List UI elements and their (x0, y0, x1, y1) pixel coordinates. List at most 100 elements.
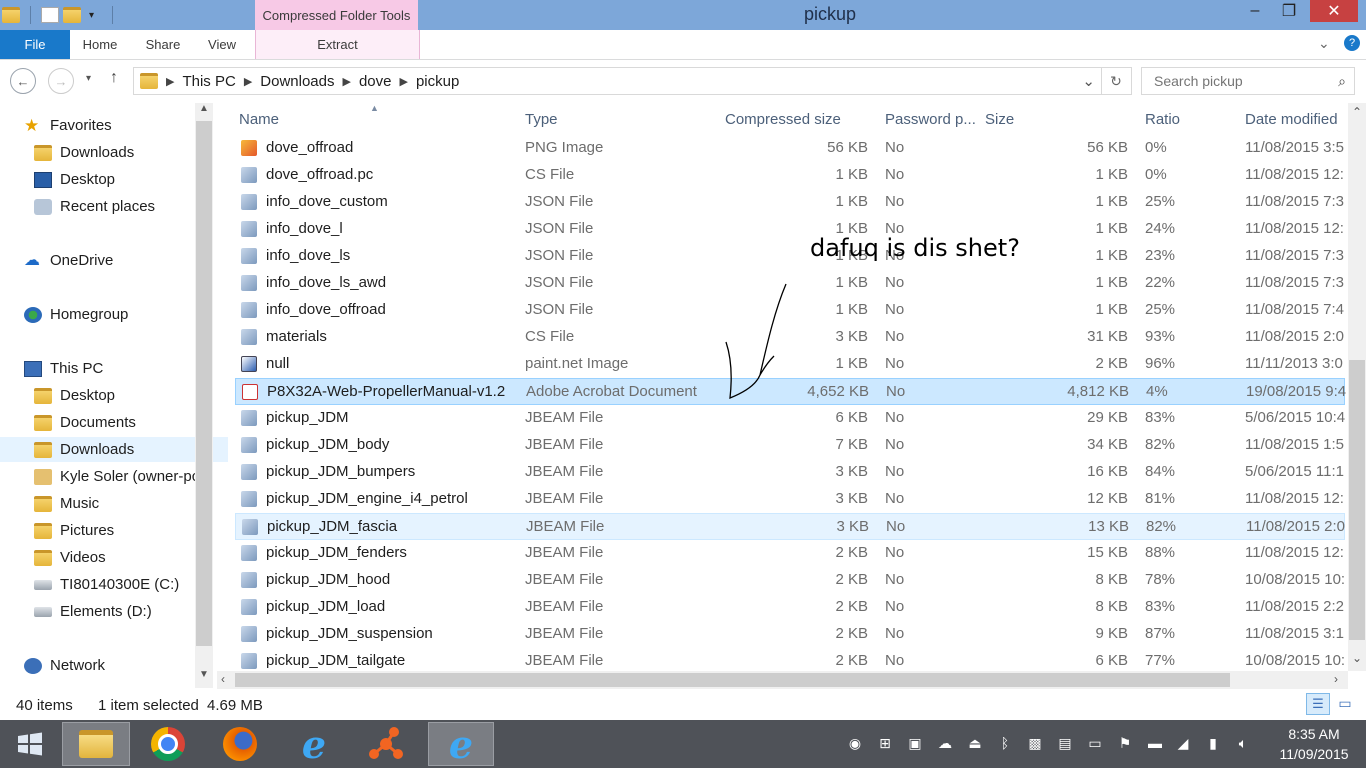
column-header-size[interactable]: Size (985, 111, 1014, 128)
scroll-up-icon[interactable]: ⌃ (1348, 105, 1366, 119)
scroll-left-icon[interactable]: ‹ (221, 672, 225, 686)
breadcrumb-downloads[interactable]: Downloads (252, 73, 342, 90)
file-row[interactable]: info_dove_custom JSON File 1 KB No 1 KB 25% 11… (235, 189, 1345, 216)
nav-pc-drive-c[interactable]: TI80140300E (C:) (0, 572, 228, 597)
tray-signal-icon[interactable]: ◢ (1174, 734, 1192, 752)
taskbar-internet-explorer-2[interactable]: e (428, 722, 494, 767)
nav-network[interactable]: Network (0, 653, 218, 678)
nav-homegroup[interactable]: Homegroup (0, 302, 218, 327)
scroll-down-icon[interactable]: ⌄ (1348, 651, 1366, 665)
tray-flag-icon[interactable]: ⚑ (1116, 734, 1134, 752)
tray-windows-icon[interactable]: ⊞ (876, 734, 894, 752)
column-header-type[interactable]: Type (525, 111, 558, 128)
breadcrumb-dove[interactable]: dove (351, 73, 400, 90)
tab-share[interactable]: Share (132, 30, 194, 59)
column-header-ratio[interactable]: Ratio (1145, 111, 1180, 128)
maximize-button[interactable]: ❐ (1266, 0, 1312, 22)
nav-scrollbar[interactable]: ▲ ▼ (195, 103, 213, 688)
scroll-up-icon[interactable]: ▲ (195, 103, 213, 121)
tray-app-icon[interactable]: ▩ (1026, 734, 1044, 752)
column-header-password[interactable]: Password p... (885, 111, 976, 128)
nav-pc-kyle[interactable]: Kyle Soler (owner-pc) (0, 464, 228, 489)
nav-pc-videos[interactable]: Videos (0, 545, 228, 570)
tab-home[interactable]: Home (70, 30, 130, 59)
file-row[interactable]: pickup_JDM_load JBEAM File 2 KB No 8 KB 83% 11… (235, 594, 1345, 621)
nav-pc-pictures[interactable]: Pictures (0, 518, 228, 543)
tray-usb-icon[interactable]: ⏏ (966, 734, 984, 752)
taskbar-clock[interactable]: 8:35 AM 11/09/2015 (1265, 724, 1363, 764)
file-row[interactable]: pickup_JDM_fenders JBEAM File 2 KB No 15 KB 8… (235, 540, 1345, 567)
nav-onedrive[interactable]: ☁ OneDrive (0, 248, 218, 273)
file-row[interactable]: info_dove_ls JSON File 1 KB No 1 KB 23% 11/08/… (235, 243, 1345, 270)
help-icon[interactable]: ? (1344, 35, 1360, 51)
folder-icon[interactable] (2, 7, 20, 23)
tray-app-icon[interactable]: ▣ (906, 734, 924, 752)
column-header-date[interactable]: Date modified (1245, 111, 1338, 128)
nav-fav-desktop[interactable]: Desktop (0, 167, 228, 192)
file-row[interactable]: pickup_JDM_bumpers JBEAM File 3 KB No 16 KB 8… (235, 459, 1345, 486)
tray-battery-icon[interactable]: ▮ (1204, 734, 1222, 752)
file-row[interactable]: dove_offroad PNG Image 56 KB No 56 KB 0% 11/08… (235, 135, 1345, 162)
details-view-icon[interactable]: ☰ (1306, 693, 1330, 715)
breadcrumb-this-pc[interactable]: This PC (174, 73, 243, 90)
close-button[interactable]: ✕ (1310, 0, 1358, 22)
taskbar-firefox[interactable] (210, 722, 270, 766)
start-button[interactable] (0, 722, 60, 766)
tray-bluetooth-icon[interactable]: ᛒ (996, 734, 1014, 752)
taskbar-app-network[interactable] (356, 722, 416, 766)
tab-view[interactable]: View (194, 30, 250, 59)
forward-button[interactable]: → (48, 68, 74, 94)
file-row[interactable]: pickup_JDM_fascia JBEAM File 3 KB No 13 KB 82… (235, 513, 1345, 540)
column-header-compressed[interactable]: Compressed size (725, 111, 841, 128)
scroll-right-icon[interactable]: › (1334, 672, 1338, 686)
nav-pc-downloads[interactable]: Downloads (0, 437, 228, 462)
file-row[interactable]: pickup_JDM_engine_i4_petrol JBEAM File 3 K… (235, 486, 1345, 513)
tray-display-icon[interactable]: ▭ (1086, 734, 1104, 752)
refresh-button[interactable]: ↻ (1101, 67, 1132, 95)
search-input[interactable] (1152, 72, 1326, 90)
new-folder-icon[interactable] (63, 7, 81, 23)
nav-pc-drive-d[interactable]: Elements (D:) (0, 599, 228, 624)
address-bar[interactable]: ▶ This PC ▶ Downloads ▶ dove ▶ pickup ⌄ (133, 67, 1102, 95)
file-row[interactable]: pickup_JDM JBEAM File 6 KB No 29 KB 83% 5/06/2… (235, 405, 1345, 432)
tray-app-icon[interactable]: ▤ (1056, 734, 1074, 752)
taskbar-file-explorer[interactable] (62, 722, 130, 766)
nav-pc-music[interactable]: Music (0, 491, 228, 516)
file-row[interactable]: dove_offroad.pc CS File 1 KB No 1 KB 0% 11/08/… (235, 162, 1345, 189)
nav-favorites[interactable]: ★ Favorites (0, 113, 218, 138)
nav-fav-recent[interactable]: Recent places (0, 194, 228, 219)
address-dropdown-icon[interactable]: ⌄ (1082, 72, 1095, 90)
large-icons-view-icon[interactable]: ▭ (1336, 695, 1354, 713)
nav-fav-downloads[interactable]: Downloads (0, 140, 228, 165)
nav-pc-desktop[interactable]: Desktop (0, 383, 228, 408)
scroll-down-icon[interactable]: ▼ (195, 669, 213, 687)
recent-locations-icon[interactable]: ▾ (86, 73, 91, 84)
file-row[interactable]: info_dove_l JSON File 1 KB No 1 KB 24% 11/08/2… (235, 216, 1345, 243)
file-row[interactable]: pickup_JDM_body JBEAM File 7 KB No 34 KB 82% 1… (235, 432, 1345, 459)
file-row[interactable]: pickup_JDM_hood JBEAM File 2 KB No 8 KB 78% 10… (235, 567, 1345, 594)
nav-this-pc[interactable]: This PC (0, 356, 218, 381)
back-button[interactable]: ← (10, 68, 36, 94)
column-header-name[interactable]: Name (239, 111, 279, 128)
tab-extract[interactable]: Extract (255, 30, 420, 59)
file-row[interactable]: pickup_JDM_suspension JBEAM File 2 KB No 9 K… (235, 621, 1345, 648)
expand-ribbon-icon[interactable]: ⌄ (1318, 35, 1330, 52)
customize-toolbar-icon[interactable]: ▾ (89, 10, 94, 21)
nav-scrollbar-thumb[interactable] (196, 121, 212, 646)
taskbar-internet-explorer[interactable]: e (284, 722, 344, 767)
tray-app-icon[interactable]: ◉ (846, 734, 864, 752)
tray-onedrive-icon[interactable]: ☁ (936, 734, 954, 752)
breadcrumb-pickup[interactable]: pickup (408, 73, 467, 90)
list-horizontal-scrollbar-thumb[interactable] (235, 673, 1230, 687)
tray-monitor-icon[interactable]: ▬ (1146, 734, 1164, 752)
properties-icon[interactable] (41, 7, 59, 23)
tab-file[interactable]: File (0, 30, 70, 59)
up-button[interactable]: ↑ (110, 69, 118, 87)
search-box[interactable]: ⌕ (1141, 67, 1355, 95)
list-vertical-scrollbar-thumb[interactable] (1349, 360, 1365, 640)
tray-volume-icon[interactable]: 🔈︎ (1234, 734, 1252, 752)
taskbar-chrome[interactable] (138, 722, 198, 766)
search-icon[interactable]: ⌕ (1338, 73, 1346, 90)
file-row[interactable]: pickup_JDM_tailgate JBEAM File 2 KB No 6 KB 7… (235, 648, 1345, 671)
nav-pc-documents[interactable]: Documents (0, 410, 228, 435)
